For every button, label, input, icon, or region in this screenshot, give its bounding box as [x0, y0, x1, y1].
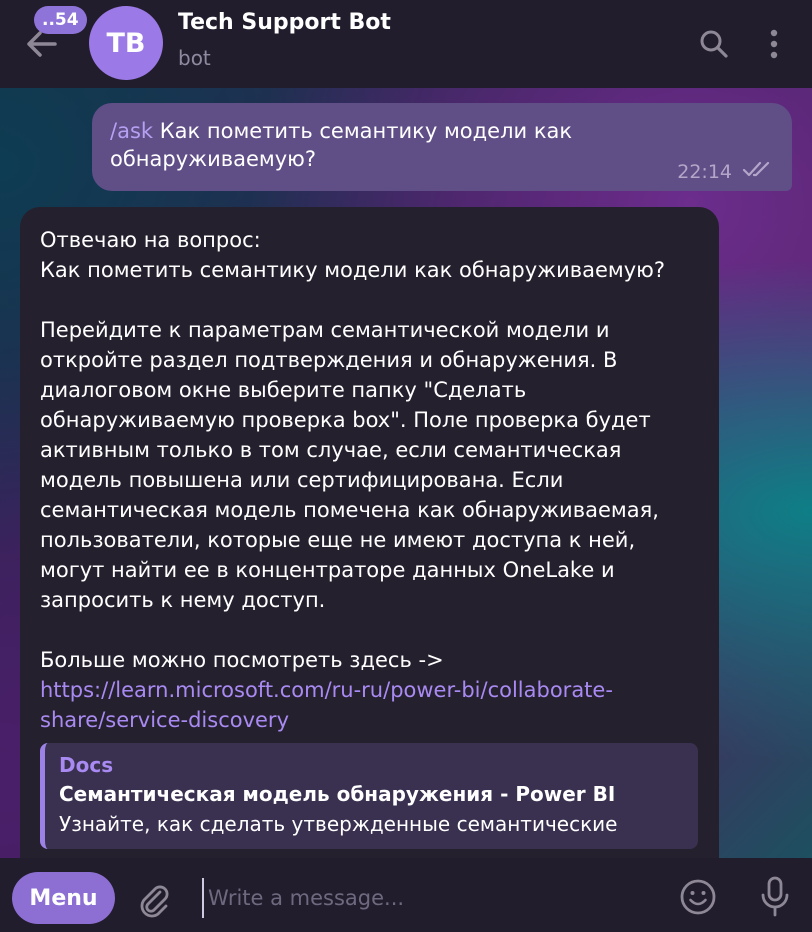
message-time: 22:14 — [677, 160, 732, 183]
message-composer: Menu — [0, 858, 812, 932]
microphone-icon[interactable] — [752, 872, 798, 922]
avatar[interactable]: TB — [89, 6, 163, 80]
emoji-icon[interactable] — [675, 874, 721, 920]
menu-button[interactable]: Menu — [12, 872, 115, 924]
paperclip-icon[interactable] — [130, 876, 178, 924]
chat-header: ..54 TB Tech Support Bot bot — [0, 0, 812, 88]
search-icon[interactable] — [692, 22, 736, 66]
outgoing-message-text: /ask Как пометить семантику модели как о… — [110, 119, 573, 171]
link-preview[interactable]: Docs Семантическая модель обнаружения - … — [40, 743, 698, 849]
answer-intro: Отвечаю на вопрос: — [40, 228, 261, 252]
docs-link[interactable]: https://learn.microsoft.com/ru-ru/power-… — [40, 675, 699, 735]
chat-status: bot — [178, 46, 211, 70]
answer-question: Как пометить семантику модели как обнару… — [40, 258, 665, 282]
message-meta: 22:14 — [677, 160, 772, 183]
link-preview-site: Docs — [59, 753, 114, 777]
chat-title[interactable]: Tech Support Bot — [178, 10, 391, 35]
answer-body: Перейдите к параметрам семантической мод… — [40, 318, 659, 612]
outgoing-message[interactable]: /ask Как пометить семантику модели как о… — [92, 103, 792, 191]
link-preview-description: Узнайте, как сделать утвержденные семант… — [59, 812, 618, 836]
link-preview-title: Семантическая модель обнаружения - Power… — [59, 782, 616, 806]
more-info-text: Больше можно посмотреть здесь -> — [40, 648, 444, 672]
more-vertical-icon[interactable] — [752, 22, 796, 66]
incoming-message[interactable]: Отвечаю на вопрос: Как пометить семантик… — [20, 207, 719, 887]
bot-command[interactable]: /ask — [110, 119, 153, 143]
double-check-icon — [742, 160, 772, 183]
unread-badge: ..54 — [34, 6, 87, 34]
message-input[interactable] — [202, 878, 652, 918]
